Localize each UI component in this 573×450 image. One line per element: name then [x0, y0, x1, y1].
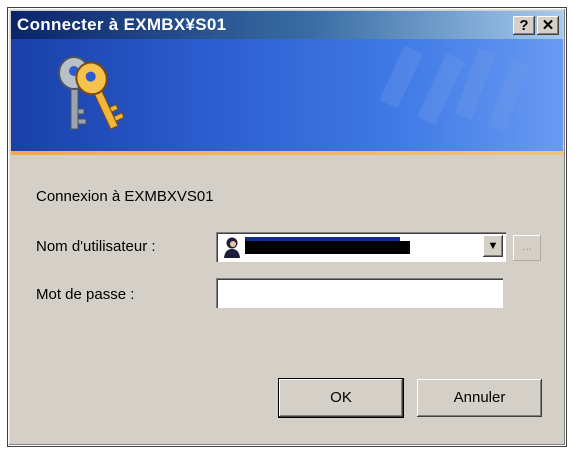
redaction-bar: [245, 241, 410, 254]
user-icon: [224, 237, 240, 258]
dropdown-arrow-icon[interactable]: ▼: [483, 235, 503, 257]
username-combobox[interactable]: ▼: [216, 232, 506, 262]
browse-button[interactable]: ...: [513, 235, 541, 261]
help-button[interactable]: ?: [513, 16, 535, 35]
connection-text: Connexion à EXMBXVS01: [36, 188, 214, 205]
keys-icon: [58, 56, 123, 130]
window-title: Connecter à EXMBX¥S01: [17, 15, 227, 34]
banner-accent-line: [11, 151, 563, 155]
password-label: Mot de passe :: [36, 286, 135, 303]
title-bar[interactable]: Connecter à EXMBX¥S01 ? ✕: [11, 11, 563, 39]
banner: [11, 39, 563, 151]
username-label: Nom d'utilisateur :: [36, 238, 156, 255]
cancel-button[interactable]: Annuler: [417, 379, 542, 417]
ok-button[interactable]: OK: [278, 378, 404, 418]
close-button[interactable]: ✕: [537, 16, 559, 35]
password-field[interactable]: [216, 278, 503, 308]
login-dialog: Connecter à EXMBX¥S01 ? ✕ Connexion à EX…: [7, 7, 567, 447]
